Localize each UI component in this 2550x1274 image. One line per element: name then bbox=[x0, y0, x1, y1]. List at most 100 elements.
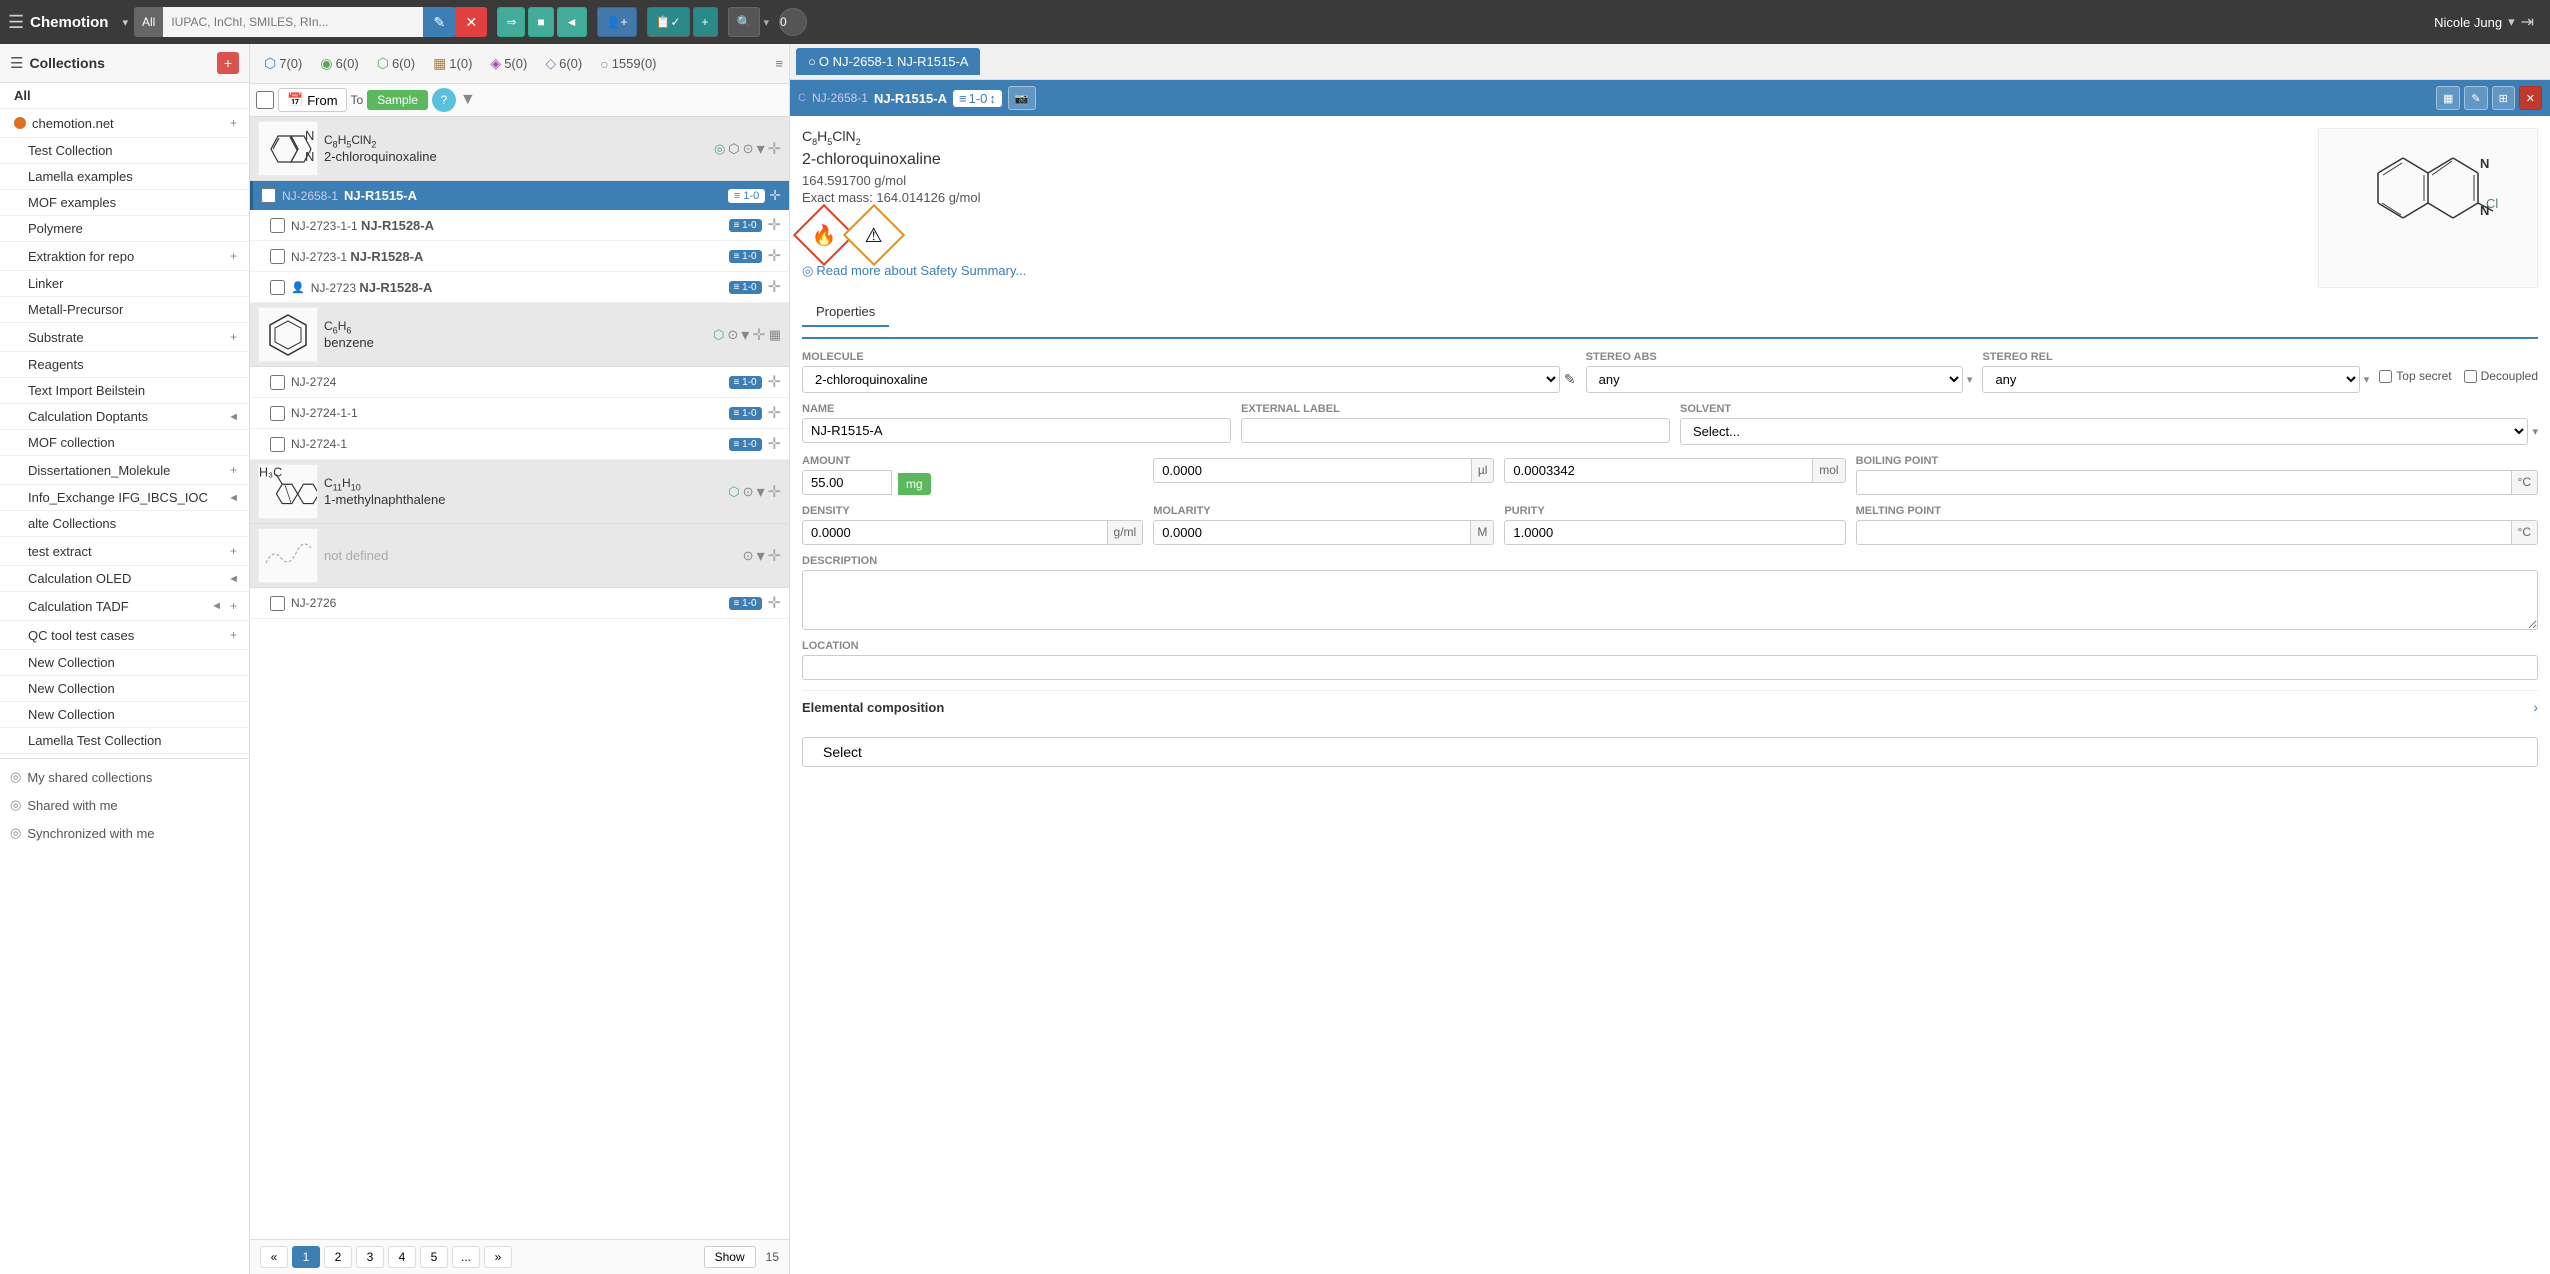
tab-reactions[interactable]: ◉ 6(0) bbox=[312, 51, 366, 76]
amount-mol-input[interactable] bbox=[1153, 458, 1472, 483]
naphthalene-drag[interactable]: ✛ bbox=[768, 482, 781, 502]
density-input[interactable] bbox=[802, 520, 1108, 545]
description-textarea[interactable] bbox=[802, 570, 2538, 630]
boiling-point-input[interactable] bbox=[1856, 470, 2512, 495]
tab-screens[interactable]: ▦ 1(0) bbox=[425, 51, 480, 76]
amount-mol2-input[interactable] bbox=[1504, 458, 1813, 483]
filter-arrow-button[interactable]: ▼ bbox=[460, 91, 476, 109]
sidebar-item-new-collection-3[interactable]: New Collection bbox=[0, 702, 249, 728]
undefined-drag[interactable]: ✛ bbox=[768, 546, 781, 566]
filter-checkbox[interactable] bbox=[256, 91, 274, 109]
sidebar-item-dissertationen[interactable]: Dissertationen_Molekule + bbox=[0, 456, 249, 485]
molecule-edit-button[interactable]: ✎ bbox=[1564, 371, 1576, 388]
sidebar-item-polymere[interactable]: Polymere bbox=[0, 216, 249, 242]
sidebar-item-linker[interactable]: Linker bbox=[0, 271, 249, 297]
selected-group-checkbox[interactable] bbox=[261, 188, 276, 203]
filter-info-button[interactable]: ? bbox=[432, 88, 456, 112]
page-show-button[interactable]: Show bbox=[704, 1246, 756, 1268]
search-input[interactable] bbox=[163, 7, 423, 37]
detail-tab-sample[interactable]: ○ O NJ-2658-1 NJ-R1515-A bbox=[796, 48, 980, 75]
sample-checkbox-2723[interactable] bbox=[270, 280, 285, 295]
elemental-composition-section[interactable]: Elemental composition › bbox=[802, 690, 2538, 723]
selected-group-header[interactable]: NJ-2658-1 NJ-R1515-A ≡ 1-0 ✛ bbox=[250, 181, 789, 210]
date-filter-button[interactable]: 📅 From bbox=[278, 88, 347, 112]
page-4-button[interactable]: 4 bbox=[388, 1246, 416, 1268]
sample-row-2723[interactable]: 👤 NJ-2723 NJ-R1528-A ≡ 1-0 ✛ bbox=[250, 272, 789, 303]
app-title-caret[interactable]: ▾ bbox=[122, 16, 128, 29]
add-button[interactable]: + bbox=[693, 7, 718, 37]
sidebar-synchronized[interactable]: ◎ Synchronized with me bbox=[0, 819, 249, 847]
sample-row-2724-1-1[interactable]: NJ-2724-1-1 ≡ 1-0 ✛ bbox=[250, 398, 789, 429]
sidebar-item-alte[interactable]: alte Collections bbox=[0, 511, 249, 537]
sample-row-2726[interactable]: NJ-2726 ≡ 1-0 ✛ bbox=[250, 588, 789, 619]
extraktion-add-button[interactable]: + bbox=[228, 247, 239, 265]
benzene-expand-icon[interactable]: ▾ bbox=[741, 325, 749, 345]
sample-row-2724-1[interactable]: NJ-2724-1 ≡ 1-0 ✛ bbox=[250, 429, 789, 460]
search-all-button[interactable]: All bbox=[134, 7, 163, 37]
selected-drag-icon[interactable]: ✛ bbox=[769, 187, 781, 204]
amount-unit-button[interactable]: mg bbox=[898, 473, 931, 495]
sample-checkbox-2724-1-1[interactable] bbox=[270, 406, 285, 421]
sidebar-item-all[interactable]: All bbox=[0, 83, 249, 109]
sample-drag-2723[interactable]: ✛ bbox=[768, 277, 781, 297]
group-undefined[interactable]: not defined ⊙ ▾ ✛ bbox=[250, 524, 789, 588]
stereo-abs-select[interactable]: any bbox=[1586, 366, 1963, 393]
move-button[interactable]: ⇒ bbox=[497, 7, 525, 37]
sidebar-item-test-collection[interactable]: Test Collection bbox=[0, 138, 249, 164]
sidebar-item-chemotion[interactable]: chemotion.net + bbox=[0, 109, 249, 138]
sidebar-item-mof-collection[interactable]: MOF collection bbox=[0, 430, 249, 456]
solvent-select[interactable]: Select... bbox=[1680, 418, 2528, 445]
zoom-button[interactable]: 🔍 bbox=[728, 7, 761, 37]
group-chloroquinoxaline[interactable]: N N C8H5ClN2 2-chloroquinoxaline ◎ ⬡ ⊙ ▾… bbox=[250, 117, 789, 181]
sample-checkbox-2724[interactable] bbox=[270, 375, 285, 390]
sidebar-item-mof-examples[interactable]: MOF examples bbox=[0, 190, 249, 216]
sample-drag-2726[interactable]: ✛ bbox=[768, 593, 781, 613]
sample-filter-button[interactable]: Sample bbox=[367, 90, 428, 110]
group-methylnaphthalene[interactable]: H₃C C11H10 1-methylnaphthalene ⬡ ⊙ ▾ ✛ bbox=[250, 460, 789, 524]
molecule-select[interactable]: 2-chloroquinoxaline bbox=[802, 366, 1560, 393]
naphthalene-expand-icon[interactable]: ▾ bbox=[757, 482, 765, 502]
sidebar-item-calc-tadf[interactable]: Calculation TADF ◄ + bbox=[0, 592, 249, 621]
tab-research[interactable]: ◈ 5(0) bbox=[482, 51, 535, 76]
hamburger-menu-icon[interactable]: ☰ bbox=[8, 12, 24, 33]
sample-checkbox-2724-1[interactable] bbox=[270, 437, 285, 452]
dissertationen-add-button[interactable]: + bbox=[228, 461, 239, 479]
detail-header-edit-button[interactable]: ✎ bbox=[2464, 86, 2487, 110]
sample-checkbox-2723-1-1[interactable] bbox=[270, 218, 285, 233]
substrate-add-button[interactable]: + bbox=[228, 328, 239, 346]
sample-checkbox-2723-1[interactable] bbox=[270, 249, 285, 264]
qc-tool-add-button[interactable]: + bbox=[228, 626, 239, 644]
page-1-button[interactable]: 1 bbox=[292, 1246, 320, 1268]
user-caret-icon[interactable]: ▾ bbox=[2508, 14, 2515, 30]
melting-point-input[interactable] bbox=[1856, 520, 2512, 545]
sample-row-2723-1[interactable]: NJ-2723-1 NJ-R1528-A ≡ 1-0 ✛ bbox=[250, 241, 789, 272]
amount-input[interactable] bbox=[802, 470, 892, 495]
undefined-expand-icon[interactable]: ▾ bbox=[757, 546, 765, 566]
sidebar-shared-with-me[interactable]: ◎ Shared with me bbox=[0, 791, 249, 819]
search-submit-button[interactable]: ✎ bbox=[423, 7, 455, 37]
sidebar-item-info-exchange[interactable]: Info_Exchange IFG_IBCS_IOC ◄ bbox=[0, 485, 249, 511]
assign-button[interactable]: ■ bbox=[528, 7, 553, 37]
detail-header-open-button[interactable]: ⊞ bbox=[2492, 86, 2515, 110]
sidebar-item-calc-doptants[interactable]: Calculation Doptants ◄ bbox=[0, 404, 249, 430]
sample-row-2723-1-1[interactable]: NJ-2723-1-1 NJ-R1528-A ≡ 1-0 ✛ bbox=[250, 210, 789, 241]
share-button[interactable]: ◄ bbox=[557, 7, 587, 37]
search-clear-button[interactable]: ✕ bbox=[455, 7, 487, 37]
sidebar-item-test-extract[interactable]: test extract + bbox=[0, 537, 249, 566]
sample-drag-2724-1[interactable]: ✛ bbox=[768, 434, 781, 454]
sample-drag-2723-1-1[interactable]: ✛ bbox=[768, 215, 781, 235]
sidebar-item-extraktion[interactable]: Extraktion for repo + bbox=[0, 242, 249, 271]
sidebar-item-lamella[interactable]: Lamella examples bbox=[0, 164, 249, 190]
sidebar-item-substrate[interactable]: Substrate + bbox=[0, 323, 249, 352]
collections-add-button[interactable]: + bbox=[217, 52, 239, 74]
external-label-input[interactable] bbox=[1241, 418, 1670, 443]
name-input[interactable]: NJ-R1515-A bbox=[802, 418, 1231, 443]
sidebar-shared-collections[interactable]: ◎ My shared collections bbox=[0, 763, 249, 791]
tab-other[interactable]: ◇ 6(0) bbox=[537, 51, 590, 76]
sidebar-item-calc-oled[interactable]: Calculation OLED ◄ bbox=[0, 566, 249, 592]
page-ellipsis-button[interactable]: ... bbox=[452, 1246, 480, 1268]
molarity-input[interactable] bbox=[1153, 520, 1471, 545]
sidebar-item-qc-tool[interactable]: QC tool test cases + bbox=[0, 621, 249, 650]
report-button[interactable]: 📋✓ bbox=[647, 7, 690, 37]
sample-checkbox-2726[interactable] bbox=[270, 596, 285, 611]
